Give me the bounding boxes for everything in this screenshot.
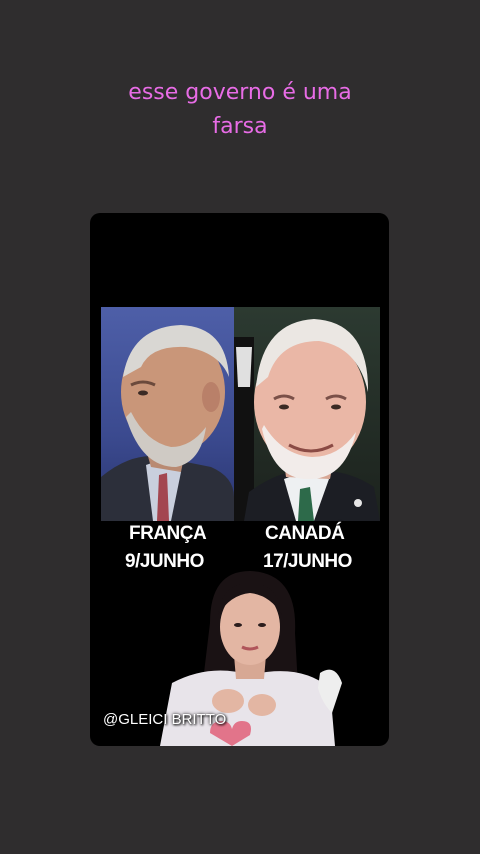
- video-player[interactable]: FRANÇA 9/JUNHO CANADÁ 17/JUNHO @GLEICI B…: [90, 213, 389, 746]
- photo-canada: [234, 307, 380, 521]
- label-country-france: FRANÇA: [129, 523, 207, 544]
- photo-france: [101, 307, 234, 521]
- caption-line-2: farsa: [212, 114, 268, 139]
- caption-line-1: esse governo é uma: [128, 80, 352, 105]
- label-country-canada: CANADÁ: [265, 523, 345, 544]
- creator-watermark: @GLEICI BRITTO: [103, 711, 227, 728]
- post-caption: esse governo é uma farsa: [60, 76, 420, 144]
